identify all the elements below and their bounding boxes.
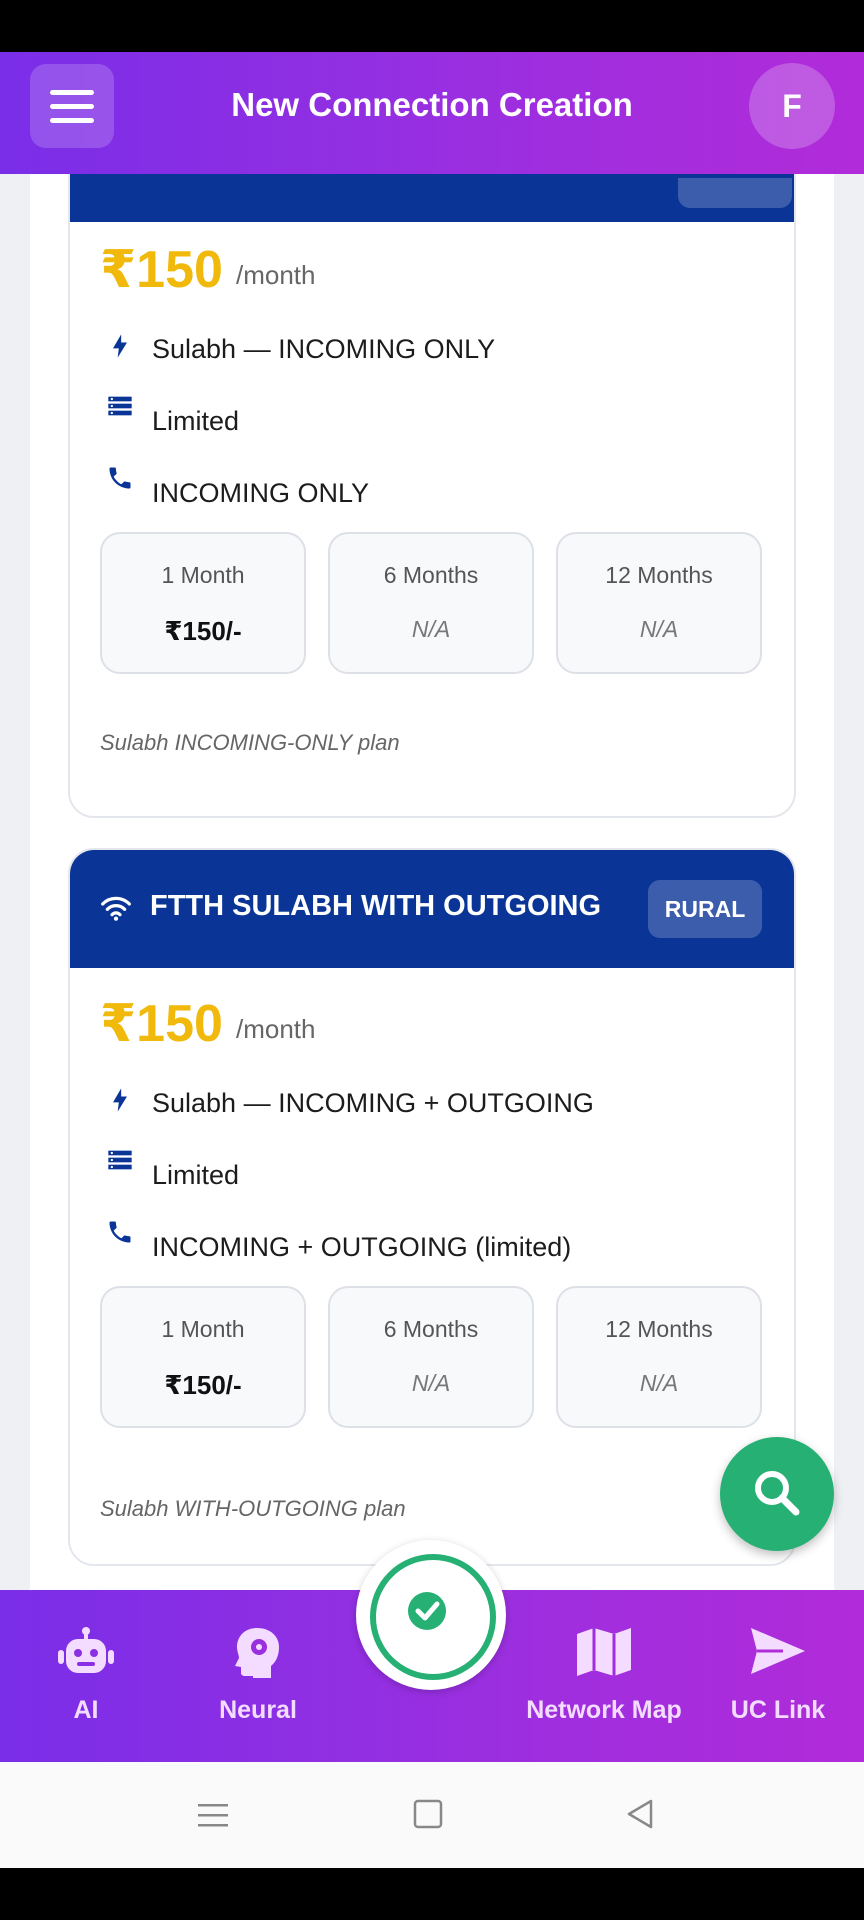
nav-label: UC Link — [730, 1696, 826, 1724]
plan-card-header: FTTH SULABH WITH OUTGOING RURAL — [70, 850, 794, 968]
duration-label: 1 Month — [161, 562, 245, 588]
wifi-icon — [101, 896, 131, 921]
app-bar: New Connection Creation F — [0, 52, 864, 174]
duration-price: N/A — [639, 1370, 679, 1396]
plan-price: ₹150 — [100, 241, 223, 299]
plan-card: ₹150 /month Sulabh — INCOMING ONLY Limit… — [68, 174, 796, 818]
search-button[interactable] — [720, 1437, 834, 1551]
plan-feature: Sulabh — INCOMING ONLY — [152, 334, 496, 364]
duration-price: N/A — [639, 616, 679, 642]
system-bottom-bar — [0, 1868, 864, 1920]
back-icon[interactable] — [624, 1798, 656, 1830]
plan-feature: INCOMING ONLY — [152, 478, 370, 508]
nav-label: Neural — [219, 1696, 297, 1724]
plan-card: FTTH SULABH WITH OUTGOING RURAL ₹150 /mo… — [68, 848, 796, 1566]
phone-icon — [109, 467, 131, 489]
status-bar — [0, 0, 864, 52]
nav-item-network-map[interactable]: Network Map — [514, 1590, 694, 1762]
avatar[interactable]: F — [749, 63, 835, 149]
duration-label: 6 Months — [383, 1316, 479, 1342]
duration-option-1-month[interactable]: 1 Month ₹150/- — [100, 1286, 306, 1428]
duration-label: 12 Months — [605, 1316, 713, 1342]
nav-label: Network Map — [526, 1696, 682, 1724]
system-navigation-bar — [0, 1762, 864, 1868]
plan-badge — [678, 178, 792, 208]
duration-option-1-month[interactable]: 1 Month ₹150/- — [100, 532, 306, 674]
duration-label: 12 Months — [605, 562, 713, 588]
confirm-ring — [370, 1554, 496, 1680]
plan-feature: Limited — [152, 1160, 240, 1190]
phone-icon — [109, 1221, 131, 1243]
brain-icon — [235, 1628, 279, 1678]
duration-price: N/A — [411, 1370, 451, 1396]
search-icon — [755, 1471, 800, 1516]
plan-badge: RURAL — [648, 880, 762, 938]
plan-period: /month — [236, 1014, 316, 1044]
recent-apps-icon[interactable] — [196, 1800, 230, 1830]
duration-label: 1 Month — [161, 1316, 245, 1342]
nav-label: AI — [73, 1696, 99, 1724]
plan-price: ₹150 — [100, 995, 223, 1053]
plan-note: Sulabh WITH-OUTGOING plan — [100, 1496, 406, 1521]
plan-feature: Limited — [152, 406, 240, 436]
duration-label: 6 Months — [383, 562, 479, 588]
robot-icon — [58, 1627, 114, 1673]
duration-price: ₹150/- — [164, 1370, 242, 1400]
plan-note: Sulabh INCOMING-ONLY plan — [100, 730, 400, 755]
nav-item-ai[interactable]: AI — [26, 1590, 146, 1762]
check-circle-icon — [408, 1592, 446, 1630]
page-title: New Connection Creation — [231, 86, 633, 123]
confirm-button[interactable] — [356, 1540, 506, 1690]
duration-option-6-months[interactable]: 6 Months N/A — [328, 532, 534, 674]
plan-card-header — [70, 174, 794, 222]
plan-period: /month — [236, 260, 316, 290]
map-icon — [577, 1628, 631, 1676]
lightning-icon — [113, 334, 127, 358]
plan-feature: Sulabh — INCOMING + OUTGOING — [152, 1088, 594, 1118]
plan-title: FTTH SULABH WITH OUTGOING — [150, 890, 602, 922]
lightning-icon — [113, 1088, 127, 1112]
nav-item-uc-link[interactable]: UC Link — [718, 1590, 838, 1762]
duration-option-12-months[interactable]: 12 Months N/A — [556, 532, 762, 674]
duration-option-6-months[interactable]: 6 Months N/A — [328, 1286, 534, 1428]
list-icon — [108, 1150, 132, 1170]
duration-price: N/A — [411, 616, 451, 642]
home-icon[interactable] — [412, 1798, 444, 1830]
nav-item-neural[interactable]: Neural — [198, 1590, 318, 1762]
duration-option-12-months[interactable]: 12 Months N/A — [556, 1286, 762, 1428]
send-icon — [751, 1628, 805, 1674]
plan-feature: INCOMING + OUTGOING (limited) — [152, 1232, 572, 1262]
plan-list[interactable]: ₹150 /month Sulabh — INCOMING ONLY Limit… — [30, 174, 834, 1590]
duration-price: ₹150/- — [164, 616, 242, 646]
list-icon — [108, 396, 132, 416]
